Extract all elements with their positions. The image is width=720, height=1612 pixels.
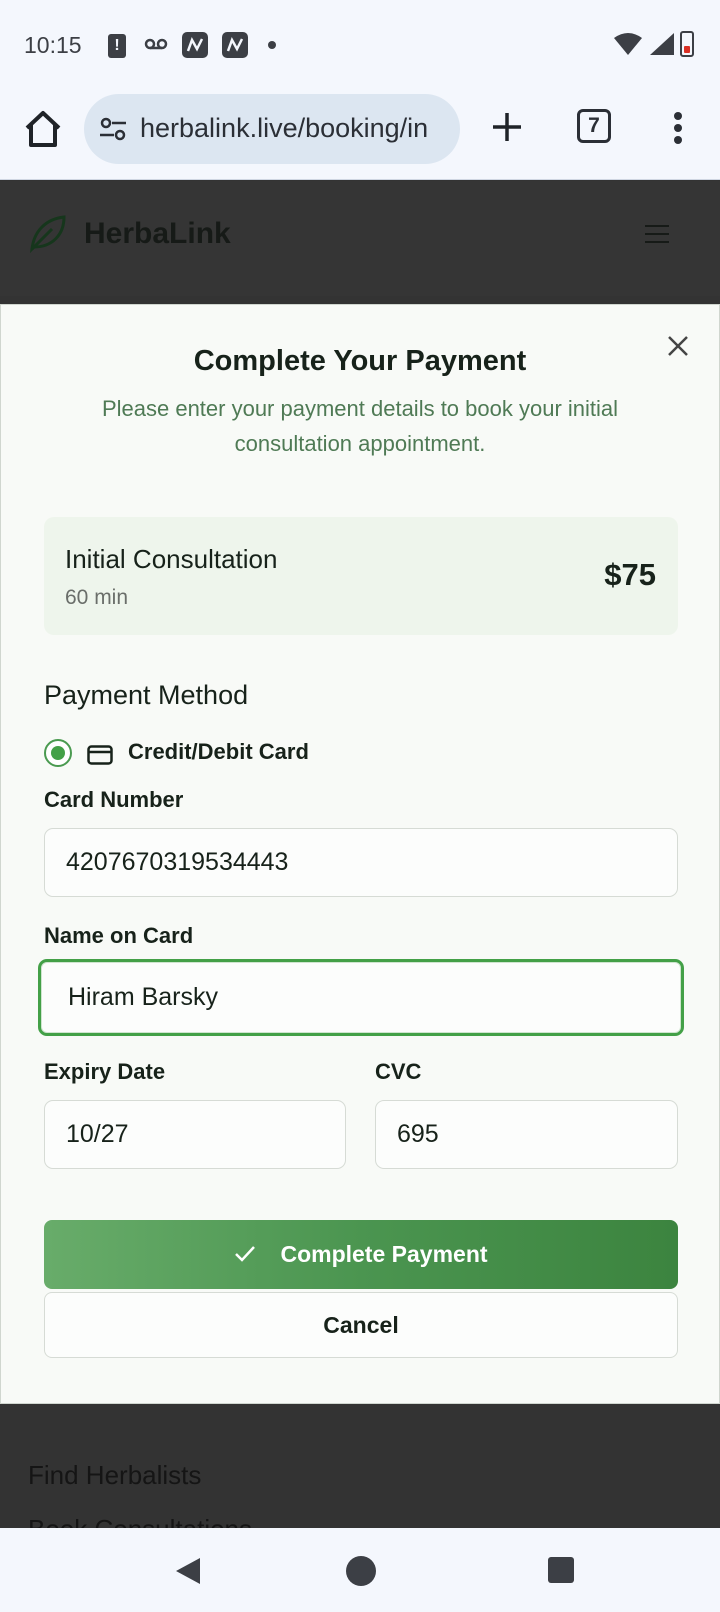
back-icon[interactable] xyxy=(174,1556,202,1586)
page-footer: Find Herbalists Book Consultations xyxy=(0,1404,720,1544)
battery-icon xyxy=(680,31,694,57)
cvc-label: CVC xyxy=(375,1059,422,1084)
card-option-label[interactable]: Credit/Debit Card xyxy=(128,739,309,765)
brand-name: HerbaLink xyxy=(84,217,231,250)
leaf-icon xyxy=(30,215,66,253)
app-icon xyxy=(182,32,208,58)
wifi-icon xyxy=(614,33,642,55)
name-on-card-label: Name on Card xyxy=(44,923,194,948)
service-name: Initial Consultation xyxy=(65,544,278,574)
signal-icon xyxy=(650,33,674,55)
home-icon[interactable] xyxy=(22,108,64,150)
card-number-field[interactable]: 4207670319534443 xyxy=(44,828,678,897)
credit-card-icon xyxy=(87,745,113,765)
payment-method-heading: Payment Method xyxy=(44,680,249,710)
service-price: $75 xyxy=(604,557,656,592)
url-text[interactable]: herbalink.live/booking/in xyxy=(140,113,450,144)
tab-switcher-button[interactable]: 7 xyxy=(577,109,611,143)
recents-icon[interactable] xyxy=(548,1557,574,1583)
cvc-field[interactable]: 695 xyxy=(375,1100,678,1169)
status-bar: 10:15 ! xyxy=(0,0,720,90)
site-header: HerbaLink xyxy=(0,181,720,296)
browser-toolbar: herbalink.live/booking/in 7 xyxy=(0,90,720,180)
footer-link-find-herbalists[interactable]: Find Herbalists xyxy=(28,1460,201,1491)
tune-icon[interactable] xyxy=(98,116,128,142)
more-vert-icon[interactable] xyxy=(668,108,688,148)
modal-subtitle: Please enter your payment details to boo… xyxy=(101,396,619,456)
service-summary: Initial Consultation 60 min $75 xyxy=(44,517,678,635)
complete-payment-label: Complete Payment xyxy=(280,1241,488,1267)
expiry-label: Expiry Date xyxy=(44,1059,166,1084)
check-icon xyxy=(235,1246,256,1262)
plus-icon[interactable] xyxy=(490,110,524,144)
notification-dot-icon xyxy=(268,41,276,49)
complete-payment-button[interactable]: Complete Payment xyxy=(44,1220,678,1289)
app-icon xyxy=(222,32,248,58)
address-bar[interactable]: herbalink.live/booking/in xyxy=(84,94,460,164)
modal-title: Complete Your Payment xyxy=(193,345,527,377)
name-on-card-field[interactable]: Hiram Barsky xyxy=(38,959,684,1036)
service-duration: 60 min xyxy=(65,586,129,609)
expiry-field[interactable]: 10/27 xyxy=(44,1100,346,1169)
card-radio[interactable] xyxy=(44,739,72,767)
system-nav-bar xyxy=(0,1528,720,1612)
cancel-button[interactable]: Cancel xyxy=(44,1292,678,1358)
home-circle-icon[interactable] xyxy=(346,1556,376,1586)
voicemail-icon xyxy=(144,38,168,50)
status-time: 10:15 xyxy=(24,32,82,58)
alert-icon: ! xyxy=(108,34,126,58)
card-number-label: Card Number xyxy=(44,787,184,812)
hamburger-icon[interactable] xyxy=(645,225,669,245)
payment-modal: Complete Your Payment Please enter your … xyxy=(0,304,720,1404)
